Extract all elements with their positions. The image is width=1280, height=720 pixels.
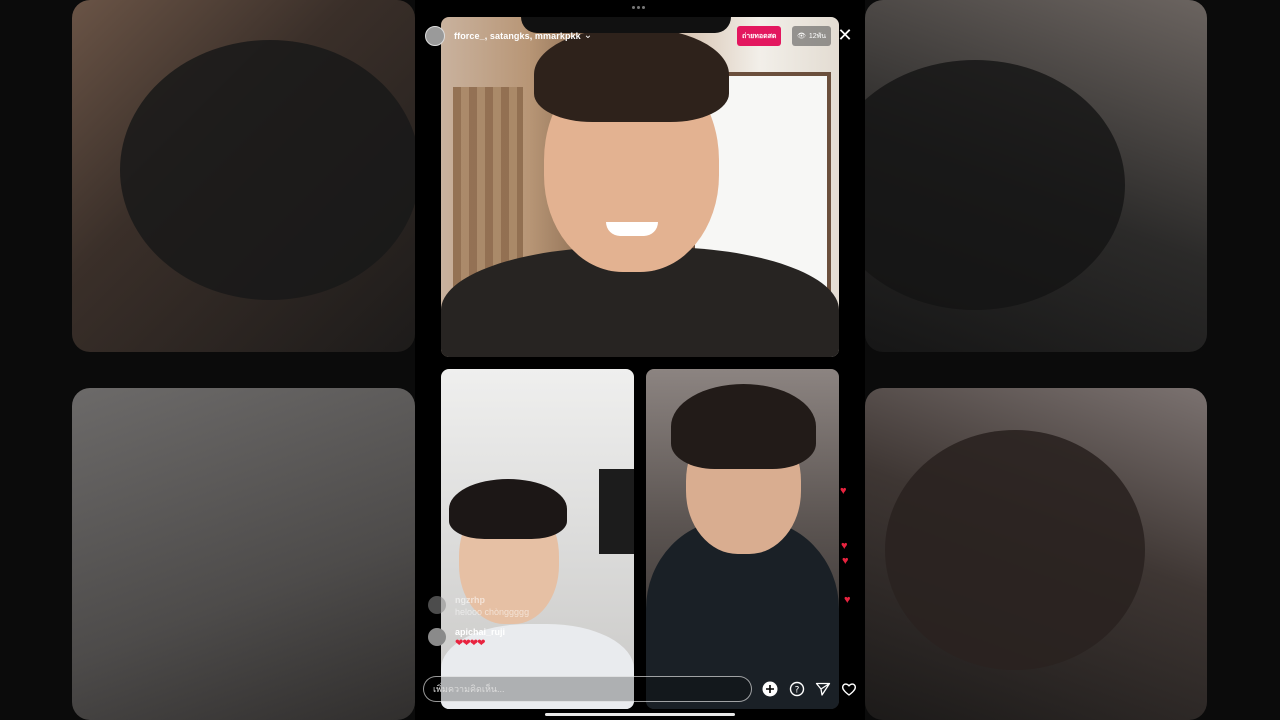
comment-text: helooo chònggggg [455,607,530,617]
commenter-avatar[interactable] [428,596,446,614]
background-blur-right [865,0,1280,720]
heart-icon[interactable] [841,681,857,697]
drag-handle[interactable] [632,6,648,12]
background-blur-left [0,0,415,720]
floating-heart-icon: ♥ [842,555,849,567]
live-badge: ถ่ายทอดสด [737,26,782,46]
person-hair [671,384,816,469]
viewer-count: 12พัน [808,32,827,40]
home-indicator[interactable] [545,713,735,716]
comment-feed: ngzrhp helooo chònggggg apichai_ruji ❤❤❤… [428,594,628,658]
viewer-count-badge[interactable]: 👁 12พัน [792,26,832,46]
live-header: fforce_, satangks, mmarkpkk ⌄ ถ่ายทอดสด … [425,24,855,48]
comment-username[interactable]: apichai_ruji [455,626,505,638]
eye-icon: 👁 [797,33,806,40]
commenter-avatar[interactable] [428,628,446,646]
live-stream-screen: fforce_, satangks, mmarkpkk ⌄ ถ่ายทอดสด … [0,0,1280,720]
video-host[interactable] [441,17,839,357]
question-icon[interactable]: ? [789,681,805,697]
blurred-shape [120,40,415,300]
svg-text:?: ? [795,686,800,696]
comment-username[interactable]: ngzrhp [455,594,529,606]
comment-input[interactable]: เพิ่มความคิดเห็น... [423,676,752,702]
video-guest-right[interactable] [646,369,839,709]
person-hair [449,479,567,539]
host-avatar[interactable] [425,26,445,46]
participant-usernames[interactable]: fforce_, satangks, mmarkpkk [454,31,581,41]
comment-item: ngzrhp helooo chònggggg [428,594,628,618]
floating-heart-icon: ♥ [840,485,847,497]
comment-text: ❤❤❤❤ [455,638,486,649]
floating-heart-icon: ♥ [844,594,851,606]
close-icon[interactable]: ✕ [835,24,855,46]
video-guest-left[interactable] [441,369,634,709]
floating-heart-icon: ♥ [841,540,848,552]
background-tv [599,469,634,554]
blurred-shape [885,430,1145,670]
blurred-video-tile [72,388,415,720]
comment-item: apichai_ruji ❤❤❤❤ [428,626,628,650]
person-smile [606,222,658,236]
send-icon[interactable] [815,681,831,697]
add-circle-icon[interactable] [762,681,778,697]
chevron-down-icon[interactable]: ⌄ [584,30,592,41]
